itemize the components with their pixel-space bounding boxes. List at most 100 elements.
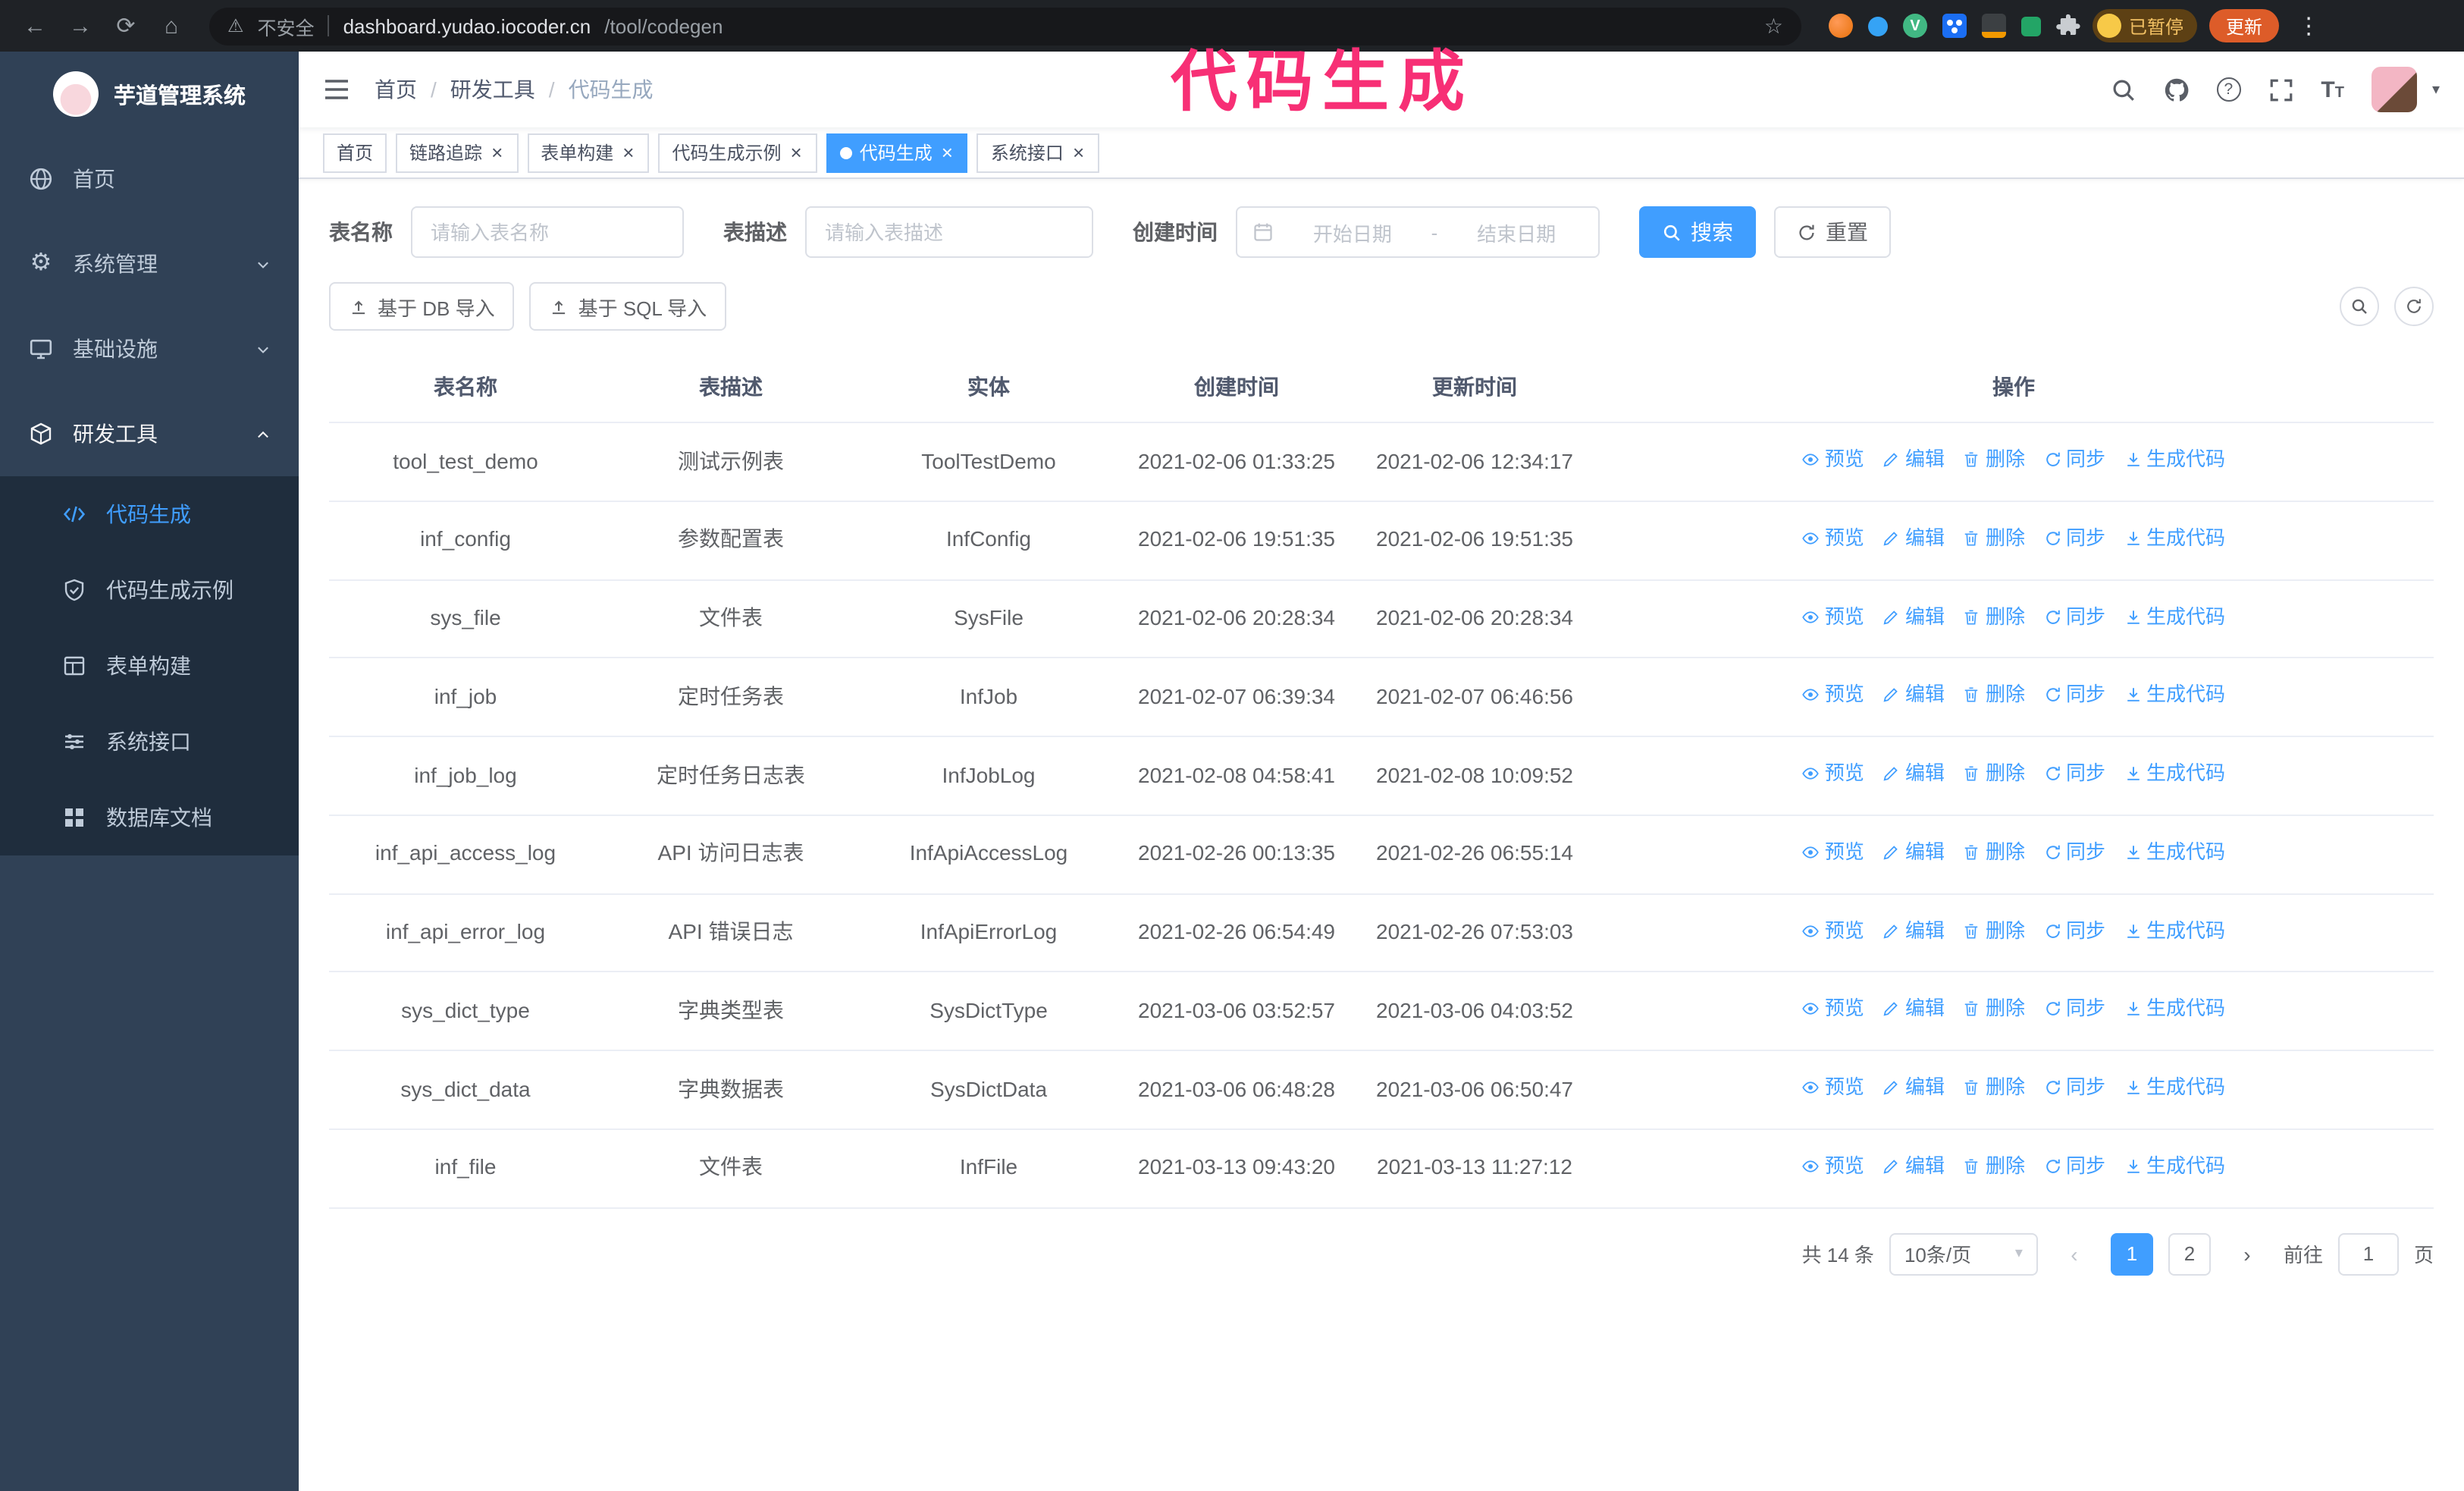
sync-link[interactable]: 同步 bbox=[2043, 1072, 2105, 1103]
edit-link[interactable]: 编辑 bbox=[1882, 758, 1945, 789]
delete-link[interactable]: 删除 bbox=[1963, 680, 2025, 711]
home-icon[interactable]: ⌂ bbox=[155, 13, 188, 39]
date-range-picker[interactable]: 开始日期 - 结束日期 bbox=[1236, 206, 1600, 258]
close-icon[interactable]: × bbox=[621, 143, 635, 162]
next-page-button[interactable]: › bbox=[2226, 1232, 2268, 1275]
generate-code-link[interactable]: 生成代码 bbox=[2124, 444, 2225, 475]
sync-link[interactable]: 同步 bbox=[2043, 915, 2105, 946]
edit-link[interactable]: 编辑 bbox=[1882, 601, 1945, 632]
user-avatar[interactable] bbox=[2371, 67, 2417, 112]
toggle-search-button[interactable] bbox=[2340, 287, 2379, 326]
import-sql-button[interactable]: 基于 SQL 导入 bbox=[529, 282, 727, 331]
search-button[interactable]: 搜索 bbox=[1639, 206, 1756, 258]
sidebar-item-codegen-example[interactable]: 代码生成示例 bbox=[0, 552, 299, 628]
tag-item[interactable]: 系统接口 × bbox=[977, 133, 1100, 172]
tag-item[interactable]: 表单构建 × bbox=[527, 133, 650, 172]
generate-code-link[interactable]: 生成代码 bbox=[2124, 523, 2225, 554]
github-icon[interactable] bbox=[2163, 77, 2189, 102]
extensions-puzzle-icon[interactable] bbox=[2056, 14, 2080, 38]
breadcrumb-devtools[interactable]: 研发工具 bbox=[450, 74, 535, 105]
tag-item[interactable]: 链路追踪 × bbox=[396, 133, 519, 172]
browser-menu-icon[interactable]: ⋮ bbox=[2291, 12, 2326, 39]
goto-page-input[interactable] bbox=[2337, 1232, 2399, 1275]
sidebar-item-form-builder[interactable]: 表单构建 bbox=[0, 628, 299, 704]
extension-icon[interactable] bbox=[1868, 16, 1888, 36]
refresh-table-button[interactable] bbox=[2394, 287, 2434, 326]
import-db-button[interactable]: 基于 DB 导入 bbox=[329, 282, 515, 331]
page-size-select[interactable]: 10条/页 ▾ bbox=[1889, 1232, 2038, 1275]
close-icon[interactable]: × bbox=[490, 143, 504, 162]
preview-link[interactable]: 预览 bbox=[1802, 444, 1864, 475]
generate-code-link[interactable]: 生成代码 bbox=[2124, 601, 2225, 632]
preview-link[interactable]: 预览 bbox=[1802, 523, 1864, 554]
edit-link[interactable]: 编辑 bbox=[1882, 680, 1945, 711]
preview-link[interactable]: 预览 bbox=[1802, 994, 1864, 1025]
preview-link[interactable]: 预览 bbox=[1802, 1151, 1864, 1182]
sidebar-item-infrastructure[interactable]: 基础设施 bbox=[0, 306, 299, 391]
preview-link[interactable]: 预览 bbox=[1802, 601, 1864, 632]
reset-button[interactable]: 重置 bbox=[1774, 206, 1891, 258]
edit-link[interactable]: 编辑 bbox=[1882, 1151, 1945, 1182]
edit-link[interactable]: 编辑 bbox=[1882, 837, 1945, 868]
sync-link[interactable]: 同步 bbox=[2043, 523, 2105, 554]
avatar-caret-icon[interactable]: ▾ bbox=[2432, 81, 2440, 98]
preview-link[interactable]: 预览 bbox=[1802, 680, 1864, 711]
delete-link[interactable]: 删除 bbox=[1963, 601, 2025, 632]
preview-link[interactable]: 预览 bbox=[1802, 837, 1864, 868]
edit-link[interactable]: 编辑 bbox=[1882, 915, 1945, 946]
forward-icon[interactable]: → bbox=[64, 13, 97, 39]
delete-link[interactable]: 删除 bbox=[1963, 1072, 2025, 1103]
generate-code-link[interactable]: 生成代码 bbox=[2124, 1072, 2225, 1103]
delete-link[interactable]: 删除 bbox=[1963, 1151, 2025, 1182]
generate-code-link[interactable]: 生成代码 bbox=[2124, 758, 2225, 789]
sidebar-item-devtools[interactable]: 研发工具 bbox=[0, 391, 299, 476]
search-icon[interactable] bbox=[2110, 77, 2136, 102]
breadcrumb-home[interactable]: 首页 bbox=[375, 74, 417, 105]
hamburger-icon[interactable] bbox=[323, 76, 350, 103]
sync-link[interactable]: 同步 bbox=[2043, 601, 2105, 632]
delete-link[interactable]: 删除 bbox=[1963, 994, 2025, 1025]
generate-code-link[interactable]: 生成代码 bbox=[2124, 994, 2225, 1025]
close-icon[interactable]: × bbox=[1071, 143, 1086, 162]
close-icon[interactable]: × bbox=[940, 143, 955, 162]
delete-link[interactable]: 删除 bbox=[1963, 837, 2025, 868]
tag-item[interactable]: 首页 bbox=[323, 133, 387, 172]
app-logo[interactable]: 芋道管理系统 bbox=[0, 52, 299, 137]
extension-icon[interactable] bbox=[1982, 14, 2006, 38]
sidebar-item-home[interactable]: 首页 bbox=[0, 137, 299, 221]
extension-icon[interactable] bbox=[2021, 16, 2041, 36]
sidebar-item-system[interactable]: ⚙ 系统管理 bbox=[0, 221, 299, 306]
table-name-input[interactable] bbox=[411, 206, 684, 258]
delete-link[interactable]: 删除 bbox=[1963, 915, 2025, 946]
sidebar-item-api[interactable]: 系统接口 bbox=[0, 704, 299, 780]
bookmark-star-icon[interactable]: ☆ bbox=[1764, 13, 1783, 39]
edit-link[interactable]: 编辑 bbox=[1882, 1072, 1945, 1103]
tag-item[interactable]: 代码生成示例 × bbox=[658, 133, 817, 172]
prev-page-button[interactable]: ‹ bbox=[2053, 1232, 2096, 1275]
extension-icon[interactable] bbox=[1829, 14, 1853, 38]
edit-link[interactable]: 编辑 bbox=[1882, 523, 1945, 554]
font-size-icon[interactable]: TT bbox=[2321, 78, 2344, 101]
sidebar-item-codegen[interactable]: 代码生成 bbox=[0, 476, 299, 552]
edit-link[interactable]: 编辑 bbox=[1882, 444, 1945, 475]
sync-link[interactable]: 同步 bbox=[2043, 444, 2105, 475]
close-icon[interactable]: × bbox=[789, 143, 804, 162]
preview-link[interactable]: 预览 bbox=[1802, 758, 1864, 789]
generate-code-link[interactable]: 生成代码 bbox=[2124, 1151, 2225, 1182]
back-icon[interactable]: ← bbox=[18, 13, 52, 39]
extension-icon[interactable] bbox=[1942, 14, 1967, 38]
address-bar[interactable]: ⚠ 不安全 dashboard.yudao.iocoder.cn /tool/c… bbox=[209, 7, 1801, 45]
preview-link[interactable]: 预览 bbox=[1802, 915, 1864, 946]
reload-icon[interactable]: ⟳ bbox=[109, 12, 143, 39]
tag-item[interactable]: 代码生成 × bbox=[826, 133, 968, 172]
generate-code-link[interactable]: 生成代码 bbox=[2124, 915, 2225, 946]
profile-paused-badge[interactable]: 已暂停 bbox=[2093, 9, 2198, 42]
sync-link[interactable]: 同步 bbox=[2043, 837, 2105, 868]
sidebar-item-db-doc[interactable]: 数据库文档 bbox=[0, 780, 299, 855]
preview-link[interactable]: 预览 bbox=[1802, 1072, 1864, 1103]
delete-link[interactable]: 删除 bbox=[1963, 523, 2025, 554]
fullscreen-icon[interactable] bbox=[2268, 77, 2293, 102]
sync-link[interactable]: 同步 bbox=[2043, 758, 2105, 789]
sync-link[interactable]: 同步 bbox=[2043, 994, 2105, 1025]
sync-link[interactable]: 同步 bbox=[2043, 1151, 2105, 1182]
